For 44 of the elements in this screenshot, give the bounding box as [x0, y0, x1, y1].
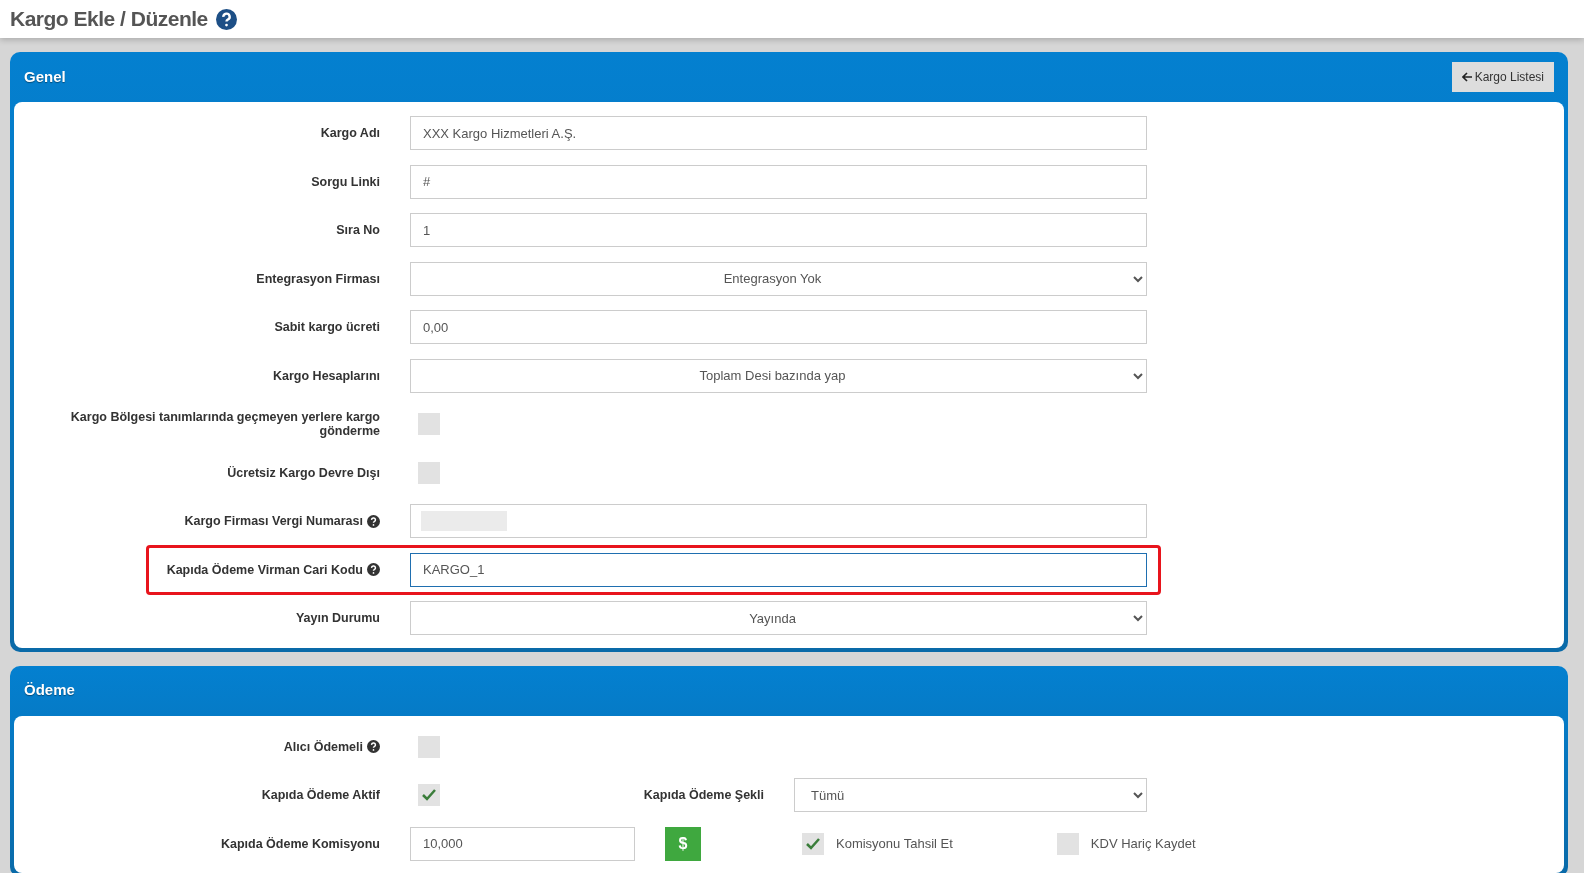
select-field[interactable]: Tümü	[794, 778, 1147, 813]
text-field[interactable]: XXX Kargo Hizmetleri A.Ş.	[410, 116, 1147, 151]
checkbox[interactable]	[418, 784, 440, 807]
checkbox-label: Komisyonu Tahsil Et	[836, 835, 953, 853]
text-field[interactable]: KARGO_1	[410, 552, 1147, 587]
field-label: Sabit kargo ücreti	[274, 320, 380, 335]
page-title: Kargo Ekle / Düzenle	[10, 6, 208, 33]
text-field[interactable]: 10,000	[410, 826, 635, 861]
field-label: Kapıda Ödeme Aktif	[261, 788, 380, 803]
field-label: Entegrasyon Firması	[256, 271, 380, 286]
checkbox[interactable]	[802, 832, 824, 855]
check-icon	[806, 837, 820, 850]
select-field[interactable]: Toplam Desi bazında yap	[410, 358, 1147, 393]
field-label: Sorgu Linki	[311, 174, 380, 189]
field-label: Kargo Hesaplarını	[273, 368, 380, 383]
field-label: Kapıda Ödeme Komisyonu	[220, 836, 380, 851]
text-field[interactable]: 1	[410, 213, 1147, 248]
text-field[interactable]: #	[410, 164, 1147, 199]
checkbox-label: KDV Hariç Kaydet	[1090, 835, 1196, 853]
select-field[interactable]: Entegrasyon Yok	[410, 261, 1147, 296]
field-label: Kargo Adı	[320, 126, 380, 141]
check-icon	[422, 789, 436, 802]
text-field[interactable]: 0,00	[410, 310, 1147, 345]
arrow-left-icon	[1461, 72, 1473, 82]
checkbox[interactable]	[418, 413, 440, 436]
field-label: Yayın Durumu	[295, 611, 380, 626]
field-label: Ücretsiz Kargo Devre Dışı	[227, 465, 380, 480]
back-button[interactable]: Kargo Listesi	[1451, 62, 1554, 92]
panel-title: Ödeme	[24, 680, 75, 701]
field-label: Alıcı Ödemeli	[283, 739, 363, 754]
field-label: Kapıda Ödeme Şekli	[643, 788, 764, 803]
field-label: Kargo Bölgesi tanımlarında geçmeyen yerlere kargo gönderme	[69, 409, 380, 439]
help-icon[interactable]	[367, 563, 380, 577]
checkbox[interactable]	[1056, 832, 1079, 855]
panel-title: Genel	[24, 66, 66, 87]
field-label: Sıra No	[336, 223, 380, 238]
select-field[interactable]: Yayında	[410, 601, 1147, 636]
checkbox[interactable]	[418, 735, 440, 758]
checkbox[interactable]	[418, 461, 440, 484]
field-label: Kargo Firması Vergi Numarası	[184, 514, 363, 529]
help-icon[interactable]	[367, 740, 380, 754]
help-icon[interactable]	[367, 514, 380, 528]
help-icon[interactable]	[215, 8, 237, 30]
field-label: Kapıda Ödeme Virman Cari Kodu	[166, 562, 363, 577]
